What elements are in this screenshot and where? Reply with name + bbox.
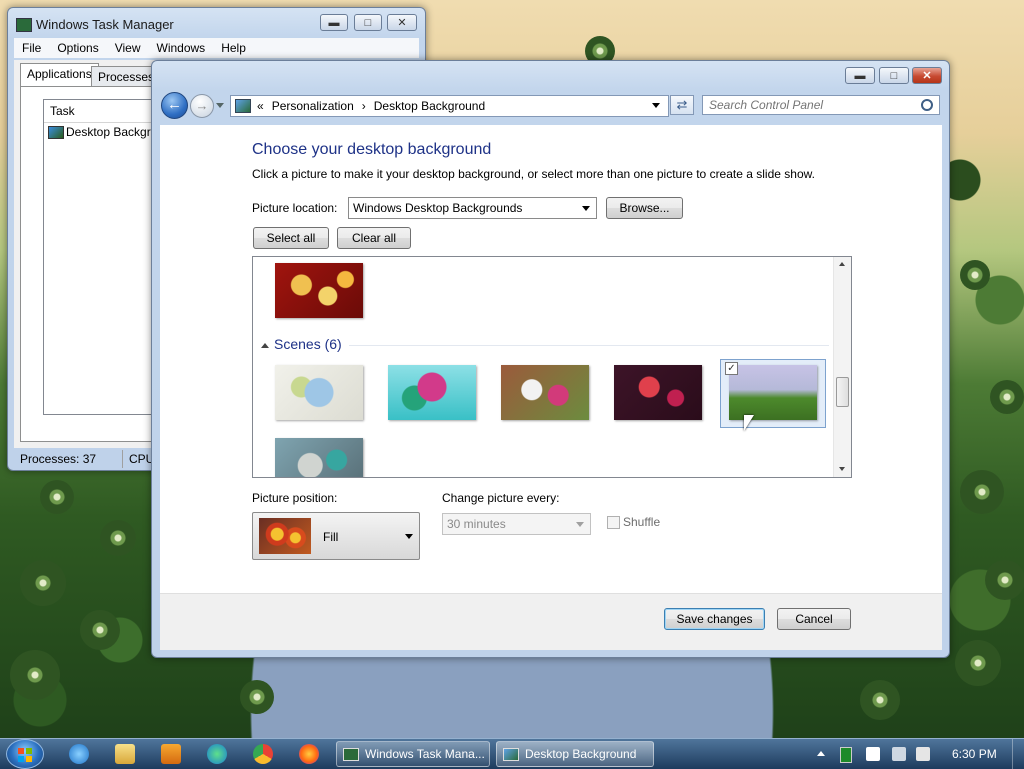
menu-options[interactable]: Options [57,41,98,55]
wallpaper-thumbnail[interactable] [729,365,817,420]
wallpaper-thumbnail[interactable] [614,365,702,420]
media-player-icon[interactable] [161,744,181,764]
close-button[interactable]: ✕ [387,14,417,31]
scenes-group-label[interactable]: Scenes (6) [274,336,342,352]
group-collapse-icon[interactable] [261,343,269,348]
task-manager-icon [343,747,359,761]
picture-location-label: Picture location: [252,201,338,215]
monitor-icon [48,125,64,139]
file-explorer-icon[interactable] [115,744,135,764]
cancel-button[interactable]: Cancel [777,608,851,630]
picture-position-label: Picture position: [252,491,338,505]
menu-help[interactable]: Help [221,41,246,55]
page-title: Choose your desktop background [252,141,492,158]
address-dropdown-icon[interactable] [652,103,660,108]
scroll-down-icon[interactable] [839,467,845,471]
tab-applications[interactable]: Applications [20,63,99,88]
recent-pages-icon[interactable] [216,103,224,108]
page-description: Click a picture to make it your desktop … [252,167,815,181]
picture-location-select[interactable]: Windows Desktop Backgrounds [348,197,597,219]
back-button-icon[interactable]: ← [161,92,188,119]
action-center-icon[interactable] [866,747,880,761]
maximize-button[interactable]: □ [879,67,909,84]
processes-count: Processes: 37 [14,450,123,468]
change-picture-label: Change picture every: [442,491,560,505]
selected-thumbnail-frame[interactable]: ✓ [720,359,826,428]
wallpaper-thumbnail[interactable] [275,438,363,477]
picture-position-value: Fill [323,530,339,544]
picture-location-value: Windows Desktop Backgrounds [353,201,523,215]
refresh-button[interactable]: ⇄ [670,95,694,115]
minimize-button[interactable]: ▬ [320,14,348,31]
task-manager-title: Windows Task Manager [36,17,174,32]
start-button-icon[interactable] [6,739,44,769]
picture-position-select[interactable]: Fill [252,512,420,560]
shuffle-checkbox[interactable] [607,516,620,529]
wallpaper-thumbnail[interactable] [388,365,476,420]
task-manager-tray-icon[interactable] [840,747,852,763]
scroll-up-icon[interactable] [839,262,845,266]
selection-checkbox[interactable]: ✓ [725,362,738,375]
taskbar-task-label: Desktop Background [525,747,637,761]
breadcrumb-personalization[interactable]: Personalization [272,99,354,113]
internet-explorer-icon[interactable] [69,744,89,764]
breadcrumb-overflow[interactable]: « [257,99,264,113]
dialog-footer: Save changes Cancel [160,593,942,650]
show-hidden-icons-icon[interactable] [817,751,825,756]
picture-list[interactable]: Scenes (6) ✓ [252,256,852,478]
breadcrumb-separator-icon[interactable]: › [362,99,366,113]
edge-icon[interactable] [207,744,227,764]
firefox-icon[interactable] [299,744,319,764]
taskbar: Windows Task Mana... Desktop Background … [0,738,1024,769]
control-panel-icon [503,747,519,761]
fill-preview-icon [259,518,311,554]
task-manager-icon [16,18,32,32]
clock[interactable]: 6:30 PM [952,747,997,761]
save-changes-button[interactable]: Save changes [664,608,765,630]
clear-all-button[interactable]: Clear all [337,227,411,249]
maximize-button[interactable]: □ [354,14,382,31]
vertical-scrollbar[interactable] [833,257,851,477]
menu-view[interactable]: View [115,41,141,55]
scroll-thumb[interactable] [836,377,849,407]
chevron-down-icon [576,522,584,527]
menu-windows[interactable]: Windows [157,41,206,55]
minimize-button[interactable]: ▬ [845,67,875,84]
volume-icon[interactable] [916,747,930,761]
taskbar-desktop-background[interactable]: Desktop Background [496,741,654,767]
menu-bar: File Options View Windows Help [14,38,419,58]
wallpaper-thumbnail[interactable] [275,365,363,420]
chevron-down-icon [405,534,413,539]
change-interval-value: 30 minutes [447,517,506,531]
browse-button[interactable]: Browse... [606,197,683,219]
group-divider [349,345,829,346]
forward-button-icon[interactable]: → [190,94,214,118]
search-input[interactable] [703,96,914,114]
chrome-icon[interactable] [253,744,273,764]
taskbar-task-manager[interactable]: Windows Task Mana... [336,741,490,767]
wallpaper-thumbnail[interactable] [275,263,363,318]
shuffle-label[interactable]: Shuffle [623,515,660,529]
address-bar[interactable]: « Personalization › Desktop Background [230,95,669,117]
desktop-background-window[interactable]: ▬ □ ✕ ← → « Personalization › Desktop Ba… [151,60,950,658]
wallpaper-thumbnail[interactable] [501,365,589,420]
show-desktop-button[interactable] [1012,739,1024,769]
search-box[interactable] [702,95,940,115]
breadcrumb-current[interactable]: Desktop Background [374,99,485,113]
mouse-cursor-icon [744,415,754,431]
control-panel-icon [235,99,251,113]
menu-file[interactable]: File [22,41,41,55]
search-icon[interactable] [921,99,933,111]
content-area: Choose your desktop background Click a p… [160,125,942,650]
network-icon[interactable] [892,747,906,761]
close-button[interactable]: ✕ [912,67,942,84]
taskbar-task-label: Windows Task Mana... [365,747,485,761]
select-all-button[interactable]: Select all [253,227,329,249]
chevron-down-icon [582,206,590,211]
change-interval-select[interactable]: 30 minutes [442,513,591,535]
